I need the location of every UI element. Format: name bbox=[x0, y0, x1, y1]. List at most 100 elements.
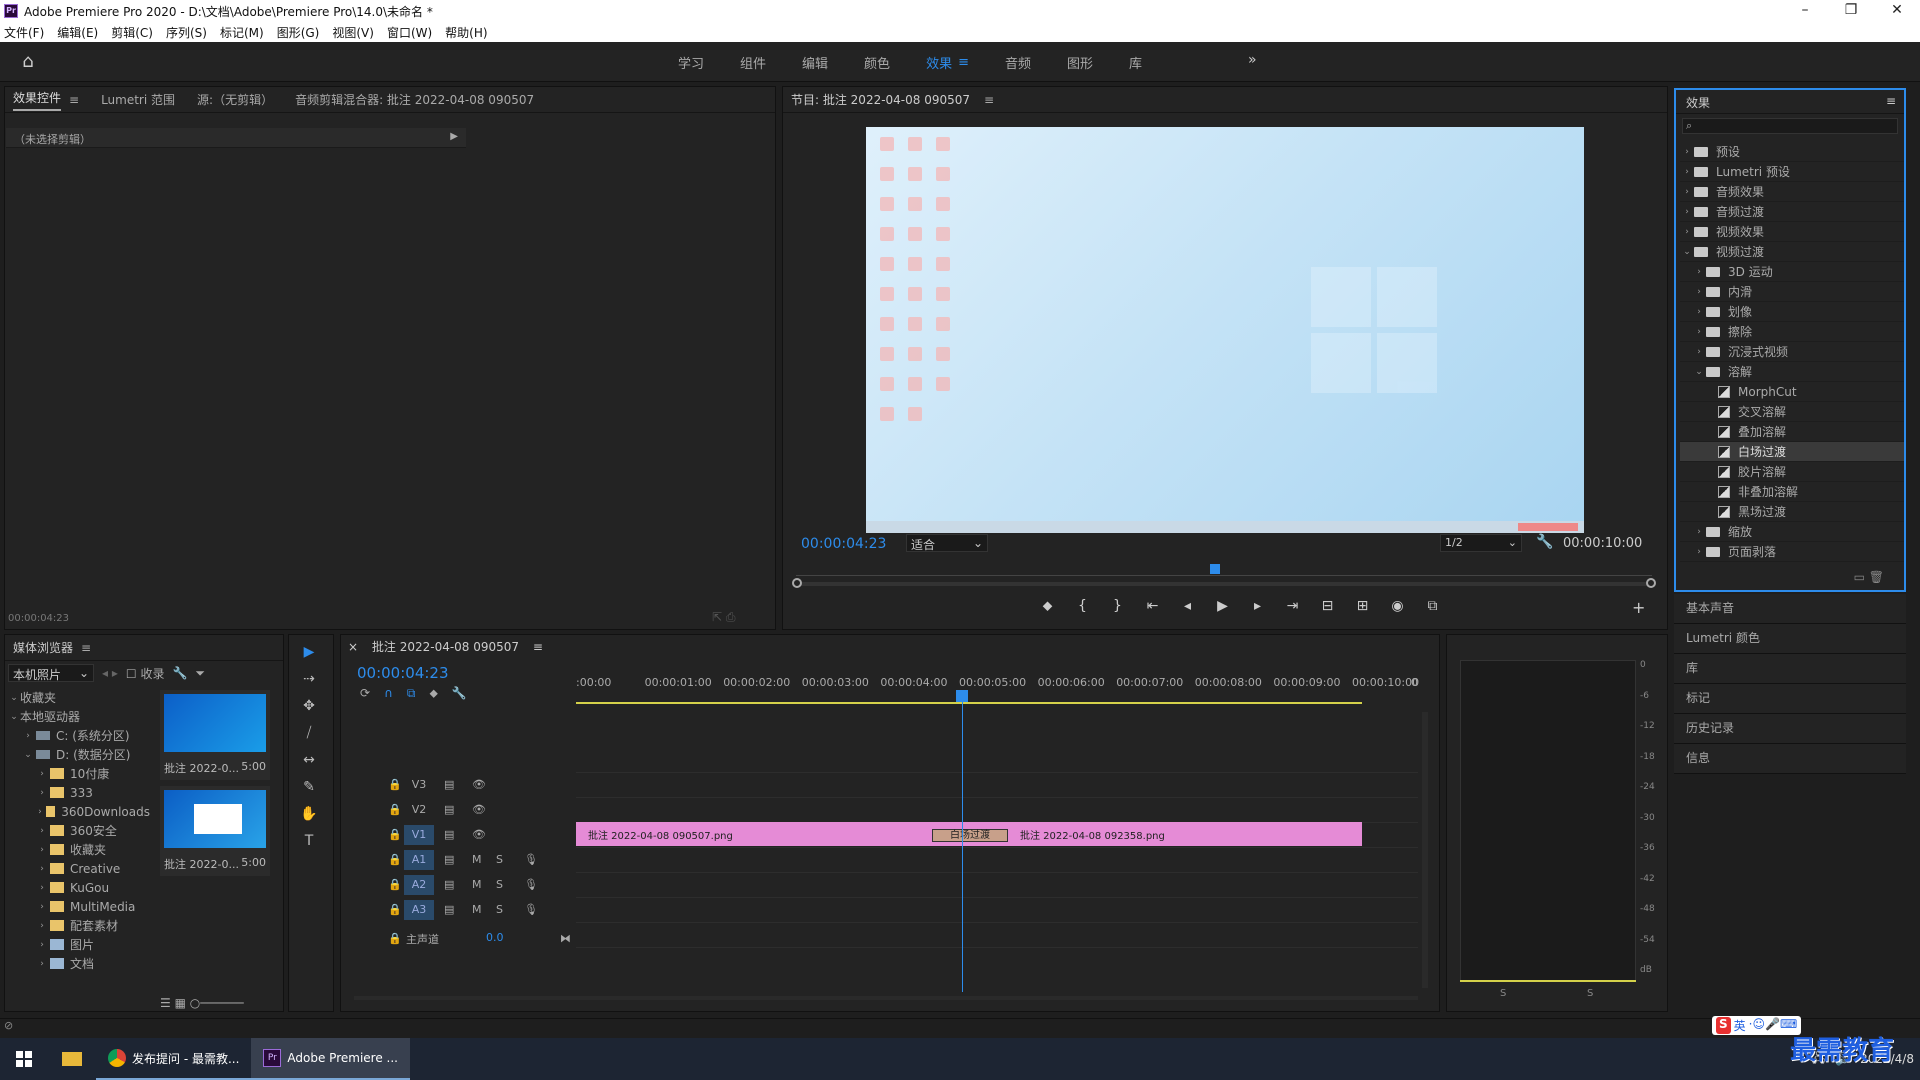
program-zoom-scroll[interactable] bbox=[792, 578, 1656, 588]
go-to-in-button[interactable]: ⇤ bbox=[1135, 598, 1170, 614]
resolution-select[interactable]: 1/2 ⌄ bbox=[1440, 534, 1522, 552]
ime-toolbar[interactable]: S 英 ·☺🎤⌨ bbox=[1712, 1016, 1802, 1035]
extract-button[interactable]: ⊞ bbox=[1345, 598, 1380, 614]
export-frame-button[interactable]: ◉ bbox=[1380, 598, 1415, 614]
file-tree-item[interactable]: › 360Downloads bbox=[8, 802, 150, 821]
chevron-right-icon[interactable]: › bbox=[22, 731, 34, 741]
lock-icon[interactable]: 🔒 bbox=[388, 853, 402, 866]
zoom-handle-left[interactable] bbox=[792, 578, 802, 588]
chevron-down-icon[interactable]: ⌄ bbox=[22, 750, 34, 760]
file-tree-item[interactable]: › 333 bbox=[8, 783, 150, 802]
chevron-right-icon[interactable]: › bbox=[36, 769, 48, 779]
chevron-right-icon[interactable]: › bbox=[1680, 207, 1694, 217]
media-thumbnail[interactable]: 批注 2022-0... 5:00 bbox=[160, 786, 270, 876]
effect-item[interactable]: › 音频过渡 bbox=[1680, 202, 1904, 222]
new-bin-delete-icon[interactable]: ▭ 🗑 bbox=[1854, 570, 1884, 584]
chevron-down-icon[interactable]: ⌄ bbox=[1692, 367, 1706, 377]
menu-marker[interactable]: 标记(M) bbox=[220, 24, 264, 41]
chevron-right-icon[interactable]: › bbox=[1680, 147, 1694, 157]
program-menu-icon[interactable]: ≡ bbox=[984, 93, 994, 107]
timeline-ruler[interactable]: :00:00 00:00:01:00 00:00:02:00 00:00:03:00 0… bbox=[576, 670, 1419, 706]
timeline-close-icon[interactable]: × bbox=[348, 640, 358, 654]
play-button[interactable]: ▶ bbox=[1205, 598, 1240, 614]
file-tree-item[interactable]: ⌄ 本地驱动器 bbox=[8, 707, 150, 726]
file-tree-item[interactable]: › C: (系统分区) bbox=[8, 726, 150, 745]
pen-tool[interactable]: ✎ bbox=[294, 779, 324, 806]
timeline-current-time[interactable]: 00:00:04:23 bbox=[357, 664, 449, 682]
eye-icon[interactable]: 👁 bbox=[472, 803, 486, 816]
mute-button[interactable]: M bbox=[472, 903, 482, 916]
filter-icon[interactable]: ⏷ bbox=[195, 666, 205, 681]
workspace-tab-assembly[interactable]: 组件 bbox=[740, 53, 766, 72]
file-tree-item[interactable]: › 10付康 bbox=[8, 764, 150, 783]
effect-item[interactable]: › 3D 运动 bbox=[1680, 262, 1904, 282]
chevron-right-icon[interactable]: › bbox=[1680, 227, 1694, 237]
effect-item[interactable]: › 擦除 bbox=[1680, 322, 1904, 342]
workspace-tab-libraries[interactable]: 库 bbox=[1129, 53, 1142, 72]
wrench-icon[interactable]: 🔧 bbox=[1536, 534, 1553, 550]
chevron-down-icon[interactable]: ⌄ bbox=[8, 712, 20, 722]
mark-in-button[interactable]: { bbox=[1065, 598, 1100, 614]
chevron-right-icon[interactable]: › bbox=[36, 902, 48, 912]
lock-icon[interactable]: 🔒 bbox=[388, 828, 402, 841]
file-tree-item[interactable]: › MultiMedia bbox=[8, 897, 150, 916]
linked-selection-icon[interactable]: ⧉ bbox=[407, 686, 416, 701]
play-triangle-icon[interactable]: ▶ bbox=[450, 131, 458, 142]
hand-tool[interactable]: ✋ bbox=[294, 806, 324, 833]
panel-info[interactable]: 信息 bbox=[1674, 744, 1906, 774]
solo-left-button[interactable]: S bbox=[1500, 988, 1506, 999]
snap-icon[interactable]: ∩ bbox=[384, 686, 393, 701]
wrench-icon[interactable]: 🔧 bbox=[172, 666, 187, 680]
start-button[interactable] bbox=[0, 1038, 48, 1080]
menu-view[interactable]: 视图(V) bbox=[332, 24, 374, 41]
lock-icon[interactable]: 🔒 bbox=[388, 903, 402, 916]
workspace-tab-color[interactable]: 颜色 bbox=[864, 53, 890, 72]
export-frame-icon[interactable]: ⇱ ⎙ bbox=[712, 610, 735, 625]
timeline-playhead[interactable] bbox=[956, 690, 968, 992]
file-tree-item[interactable]: › 配套素材 bbox=[8, 916, 150, 935]
chevron-right-icon[interactable]: › bbox=[1692, 527, 1706, 537]
program-current-time[interactable]: 00:00:04:23 bbox=[801, 536, 886, 552]
tab-audio-clip-mixer[interactable]: 音频剪辑混合器: 批注 2022-04-08 090507 bbox=[295, 91, 534, 108]
chevron-right-icon[interactable]: › bbox=[1692, 547, 1706, 557]
timeline-tab[interactable]: × 批注 2022-04-08 090507 ≡ bbox=[348, 638, 543, 655]
tab-effect-controls[interactable]: 效果控件 bbox=[13, 89, 62, 111]
track-target-a2[interactable]: A2 bbox=[404, 874, 434, 895]
file-tree-item[interactable]: ⌄ D: (数据分区) bbox=[8, 745, 150, 764]
chevron-right-icon[interactable]: › bbox=[36, 807, 44, 817]
file-tree-item[interactable]: › 收藏夹 bbox=[8, 840, 150, 859]
slip-tool[interactable]: ↔ bbox=[294, 752, 324, 779]
chevron-right-icon[interactable]: › bbox=[1680, 167, 1694, 177]
panel-lumetri-color[interactable]: Lumetri 颜色 bbox=[1674, 624, 1906, 654]
sync-lock-icon[interactable]: ▤ bbox=[444, 778, 454, 791]
chevron-right-icon[interactable]: › bbox=[36, 883, 48, 893]
menu-edit[interactable]: 编辑(E) bbox=[57, 24, 98, 41]
sync-lock-icon[interactable]: ▤ bbox=[444, 803, 454, 816]
taskbar-chrome[interactable]: 发布提问 - 最需教... bbox=[96, 1038, 252, 1080]
chevron-right-icon[interactable]: › bbox=[1692, 327, 1706, 337]
chevron-right-icon[interactable]: › bbox=[36, 959, 48, 969]
timeline-vertical-scrollbar[interactable] bbox=[1422, 712, 1428, 988]
chevron-right-icon[interactable]: › bbox=[36, 864, 48, 874]
panel-essential-sound[interactable]: 基本声音 bbox=[1674, 594, 1906, 624]
timeline-menu-icon[interactable]: ≡ bbox=[533, 640, 543, 654]
effect-item[interactable]: › 视频效果 bbox=[1680, 222, 1904, 242]
transition-clip[interactable]: 白场过渡 bbox=[932, 829, 1008, 842]
selection-tool[interactable]: ▶ bbox=[294, 644, 324, 671]
mute-button[interactable]: M bbox=[472, 878, 482, 891]
chevron-right-icon[interactable]: › bbox=[36, 845, 48, 855]
taskbar-premiere[interactable]: Pr Adobe Premiere ... bbox=[251, 1038, 410, 1080]
effect-item[interactable]: › 内滑 bbox=[1680, 282, 1904, 302]
chevron-down-icon[interactable]: ⌄ bbox=[1680, 247, 1694, 257]
solo-button[interactable]: S bbox=[496, 903, 503, 916]
workspace-tab-learn[interactable]: 学习 bbox=[678, 53, 704, 72]
track-target-a3[interactable]: A3 bbox=[404, 899, 434, 920]
workspace-tab-editing[interactable]: 编辑 bbox=[802, 53, 828, 72]
file-explorer-button[interactable] bbox=[48, 1038, 96, 1080]
chevron-right-icon[interactable]: › bbox=[36, 826, 48, 836]
effect-item[interactable]: › 划像 bbox=[1680, 302, 1904, 322]
mark-out-button[interactable]: } bbox=[1100, 598, 1135, 614]
track-target-a1[interactable]: A1 bbox=[404, 849, 434, 870]
effect-item[interactable]: 胶片溶解 bbox=[1680, 462, 1904, 482]
track-target-v3[interactable]: V3 bbox=[404, 775, 434, 795]
